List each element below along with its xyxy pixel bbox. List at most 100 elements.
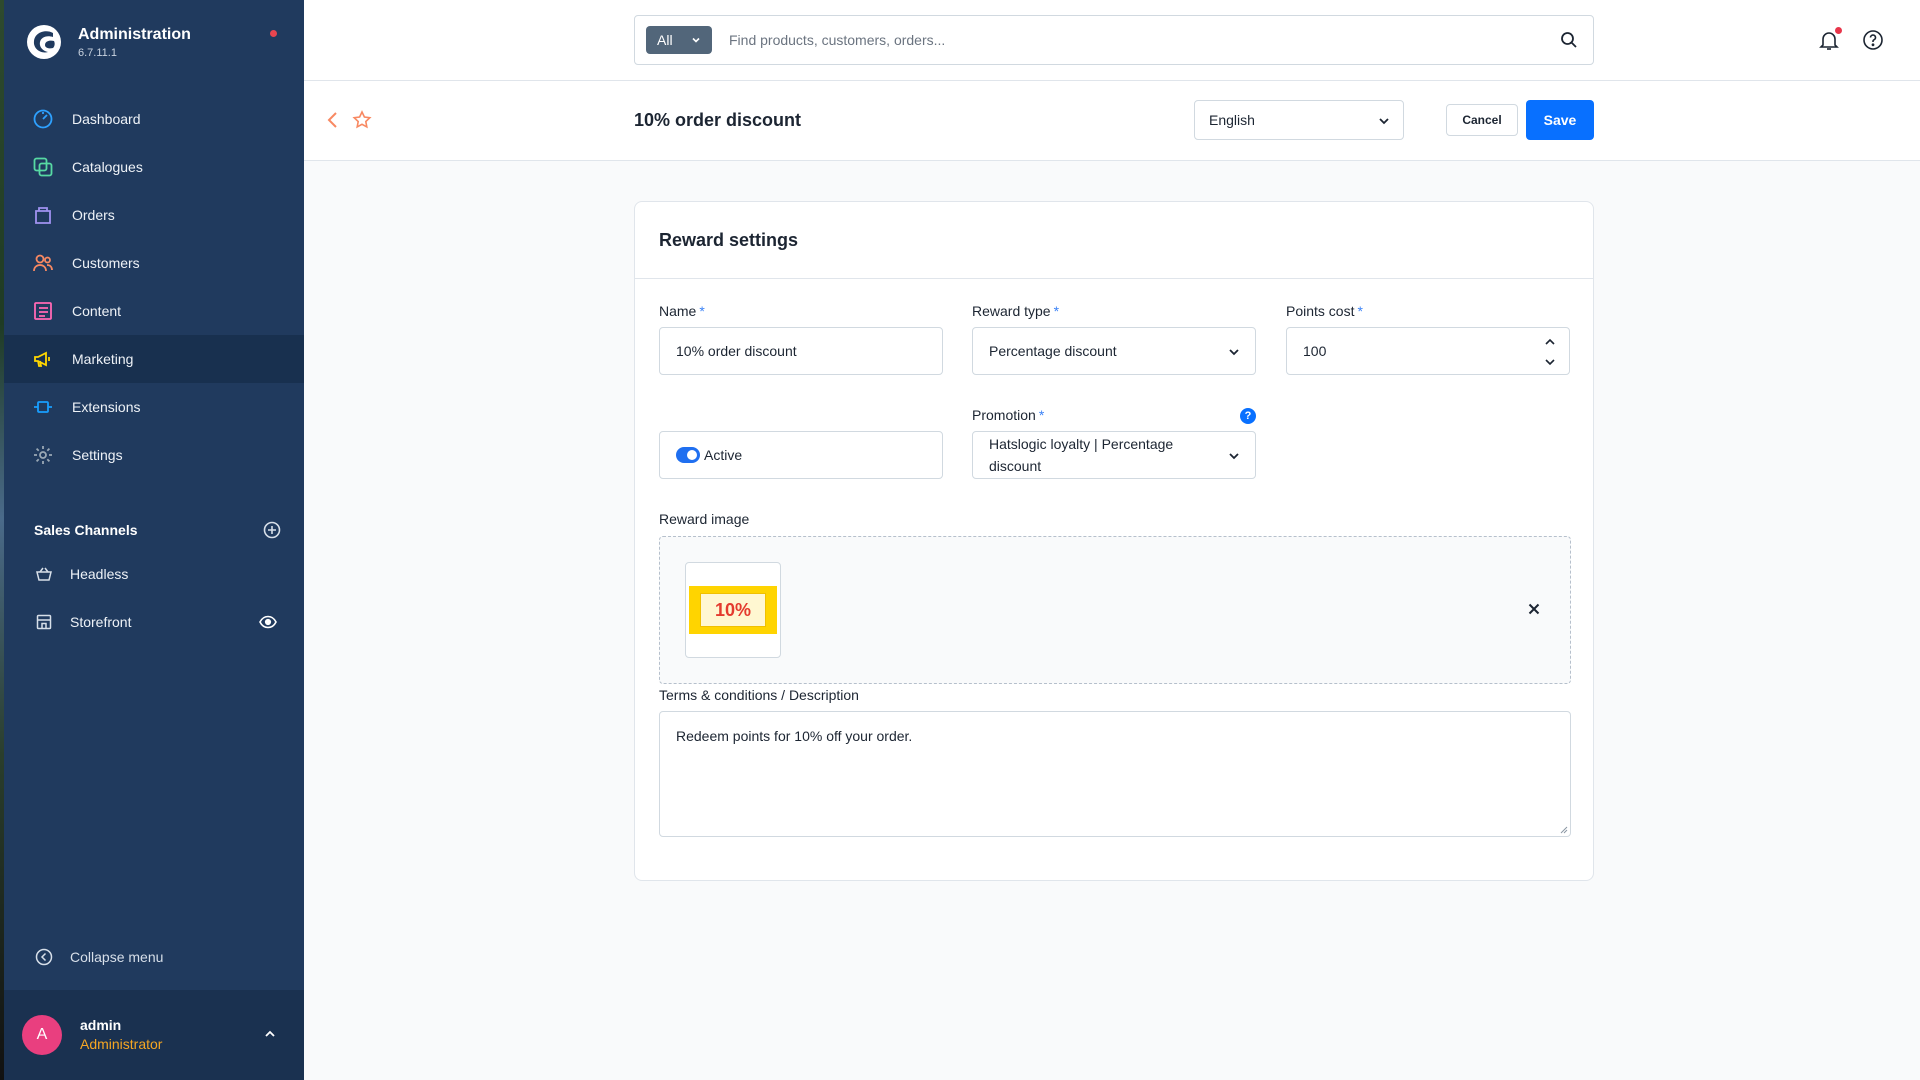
marketing-icon [32,348,54,370]
add-sales-channel-icon[interactable] [262,520,282,540]
user-role: Administrator [80,1036,163,1052]
search-type-label: All [657,32,673,48]
sales-channels-header: Sales Channels [34,520,282,542]
promotion-label: Promotion * [972,407,1044,423]
help-icon[interactable] [1861,28,1885,52]
terms-textarea[interactable]: Redeem points for 10% off your order. [659,711,1571,837]
reward-type-select[interactable]: Percentage discount [972,327,1256,375]
save-button[interactable]: Save [1526,100,1594,140]
sidebar-item-label: Marketing [72,351,134,367]
app-version: 6.7.11.1 [78,47,117,59]
user-name: admin [80,1017,122,1033]
chevron-down-icon [692,37,700,43]
content-icon [32,300,54,322]
eye-icon[interactable] [258,612,278,632]
sidebar-item-label: Orders [72,207,115,223]
reward-image-thumbnail[interactable]: 10% [685,562,781,658]
brand: Administration 6.7.11.1 [26,22,286,66]
promotion-select[interactable]: Hatslogic loyalty | Percentage discount [972,431,1256,479]
sales-channel-label: Headless [70,566,129,582]
reward-image-label: Reward image [659,511,750,527]
cancel-button[interactable]: Cancel [1446,104,1518,136]
promotion-value: Hatslogic loyalty | Percentage discount [989,436,1174,474]
sidebar-item-label: Extensions [72,399,141,415]
terms-label: Terms & conditions / Description [659,687,859,703]
search-icon[interactable] [1559,30,1579,50]
collapse-menu-label: Collapse menu [70,949,164,965]
sidebar-item-customers[interactable]: Customers [4,239,304,287]
name-field[interactable]: 10% order discount [659,327,943,375]
active-toggle[interactable] [676,447,700,463]
name-label-text: Name [659,303,697,319]
promotion-label-text: Promotion [972,407,1036,423]
chevron-down-icon [1229,453,1239,460]
number-stepper-icon[interactable] [1543,335,1557,369]
name-value: 10% order discount [676,343,797,359]
active-switch-field[interactable]: Active [659,431,943,479]
sidebar-item-settings[interactable]: Settings [4,431,304,479]
back-arrow-icon[interactable] [323,109,343,131]
sidebar-item-content[interactable]: Content [4,287,304,335]
sidebar-item-label: Catalogues [72,159,143,175]
points-cost-field[interactable]: 100 [1286,327,1570,375]
card-header: Reward settings [635,202,1593,279]
sidebar: Administration 6.7.11.1 Dashboard Catalo… [4,0,304,1080]
reward-settings-card: Reward settings Name * 10% order discount… [634,201,1594,881]
sidebar-item-label: Settings [72,447,123,463]
catalogues-icon [32,156,54,178]
reward-image-dropzone[interactable]: 10% [659,536,1571,684]
coupon-image: 10% [689,586,777,634]
sidebar-item-label: Customers [72,255,140,271]
avatar: A [22,1015,62,1055]
chevron-up-icon[interactable] [262,1026,278,1042]
app-title: Administration [78,26,191,43]
shopware-logo-icon [27,25,61,59]
main-navigation: Dashboard Catalogues Orders Customers Co… [4,95,304,479]
points-cost-label: Points cost * [1286,303,1363,319]
star-icon[interactable] [351,109,373,131]
chevron-left-circle-icon [35,948,53,966]
points-cost-label-text: Points cost [1286,303,1355,319]
help-tooltip-icon[interactable]: ? [1240,408,1256,424]
reward-type-label-text: Reward type [972,303,1051,319]
sales-channels-list: Headless Storefront [4,550,304,646]
notification-badge [1835,27,1842,34]
remove-image-icon[interactable] [1526,601,1542,617]
sidebar-item-orders[interactable]: Orders [4,191,304,239]
sales-channels-title: Sales Channels [34,522,138,538]
storefront-icon [34,612,54,632]
required-marker: * [1038,407,1045,423]
points-cost-value: 100 [1303,343,1327,359]
sidebar-item-marketing[interactable]: Marketing [4,335,304,383]
chevron-down-icon [1379,118,1389,125]
card-title: Reward settings [659,230,799,250]
resize-handle-icon[interactable] [1560,826,1568,834]
page-title: 10% order discount [634,110,802,130]
required-marker: * [699,303,705,319]
coupon-text: 10% [700,593,766,627]
sidebar-item-label: Content [72,303,122,319]
global-search: All [634,15,1594,65]
collapse-menu-button[interactable]: Collapse menu [34,945,163,969]
active-label: Active [704,447,743,463]
basket-icon [34,564,54,584]
sidebar-item-catalogues[interactable]: Catalogues [4,143,304,191]
chevron-down-icon [1229,349,1239,356]
user-menu[interactable]: A admin Administrator [4,990,304,1080]
sidebar-item-extensions[interactable]: Extensions [4,383,304,431]
search-type-select[interactable]: All [646,26,712,54]
sales-channel-storefront[interactable]: Storefront [4,598,304,646]
top-header: All [304,0,1920,81]
reward-type-label: Reward type * [972,303,1059,319]
search-input[interactable] [729,26,1529,54]
dashboard-icon [32,108,54,130]
language-value: English [1209,112,1255,128]
name-label: Name * [659,303,705,319]
sidebar-item-dashboard[interactable]: Dashboard [4,95,304,143]
required-marker: * [1357,303,1363,319]
customers-icon [32,252,54,274]
sales-channel-headless[interactable]: Headless [4,550,304,598]
sales-channel-label: Storefront [70,614,132,630]
language-select[interactable]: English [1194,100,1404,140]
required-marker: * [1053,303,1060,319]
